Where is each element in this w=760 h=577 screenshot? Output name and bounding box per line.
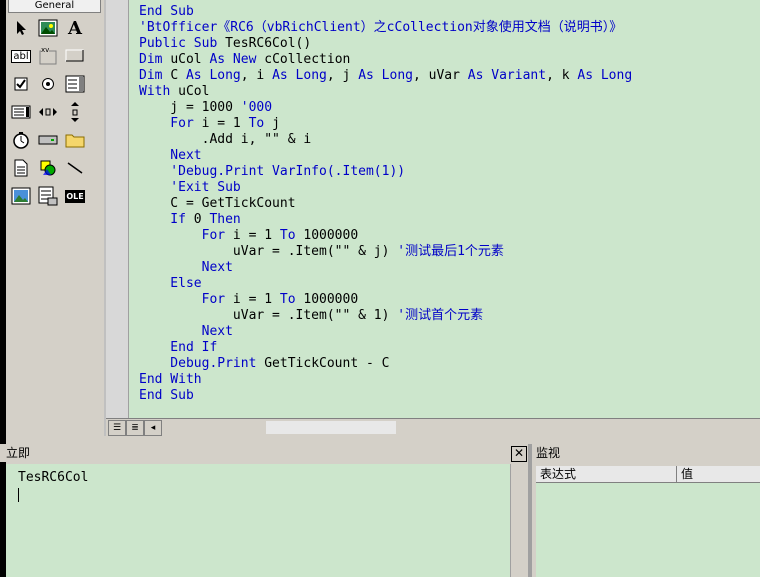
immediate-close-button[interactable]: ✕ — [511, 446, 527, 462]
code-line[interactable]: End Sub — [139, 4, 632, 20]
listbox-icon[interactable] — [10, 102, 32, 122]
watch-header: 表达式 值 — [536, 466, 760, 483]
hscrollbar-icon[interactable] — [37, 102, 59, 122]
immediate-window[interactable]: TesRC6Col — [6, 464, 510, 577]
filelistbox-icon[interactable] — [10, 158, 32, 178]
code-line[interactable]: Dim C As Long, i As Long, j As Long, uVa… — [139, 68, 632, 84]
code-line[interactable]: 'Debug.Print VarInfo(.Item(1)) — [139, 164, 632, 180]
code-line[interactable]: End With — [139, 372, 632, 388]
toolbox-tab-general[interactable]: General — [8, 0, 101, 13]
procedure-view-button[interactable]: ☰ — [108, 420, 126, 436]
code-line[interactable]: For i = 1 To j — [139, 116, 632, 132]
code-line[interactable]: 'Exit Sub — [139, 180, 632, 196]
data-icon[interactable] — [37, 186, 59, 206]
code-line[interactable]: Next — [139, 148, 632, 164]
immediate-vscrollbar[interactable] — [510, 464, 529, 577]
dirlistbox-icon[interactable] — [64, 130, 86, 150]
code-line[interactable]: Else — [139, 276, 632, 292]
code-line[interactable]: Dim uCol As New cCollection — [139, 52, 632, 68]
code-line[interactable]: For i = 1 To 1000000 — [139, 292, 632, 308]
toolbox: General A abl xv OLE — [6, 0, 101, 440]
code-line[interactable]: Next — [139, 324, 632, 340]
scroll-left-button[interactable]: ◂ — [144, 420, 162, 436]
full-module-view-button[interactable]: ≣ — [126, 420, 144, 436]
code-text[interactable]: End Sub 'BtOfficer《RC6（vbRichClient）之cCol… — [139, 4, 632, 404]
immediate-text[interactable]: TesRC6Col — [18, 470, 88, 485]
code-hscrollbar[interactable]: ☰ ≣ ◂ — [106, 418, 760, 436]
shape-icon[interactable] — [37, 158, 59, 178]
code-line[interactable]: Next — [139, 260, 632, 276]
code-line[interactable]: Debug.Print GetTickCount - C — [139, 356, 632, 372]
watch-column-value[interactable]: 值 — [677, 466, 760, 482]
watch-title-bar[interactable]: 监视 — [532, 444, 760, 462]
code-line[interactable]: .Add i, "" & i — [139, 132, 632, 148]
watch-list[interactable] — [536, 483, 760, 577]
text-caret — [18, 488, 19, 502]
image-icon[interactable] — [10, 186, 32, 206]
textbox-icon[interactable]: abl — [10, 46, 32, 66]
code-line[interactable]: End If — [139, 340, 632, 356]
pane-splitter[interactable] — [528, 444, 532, 577]
combobox-icon[interactable] — [64, 74, 86, 94]
code-line[interactable]: j = 1000 '000 — [139, 100, 632, 116]
pointer-icon[interactable] — [10, 18, 32, 38]
code-line[interactable]: uVar = .Item("" & 1) '测试首个元素 — [139, 308, 632, 324]
watch-column-expression[interactable]: 表达式 — [536, 466, 677, 482]
code-line[interactable]: With uCol — [139, 84, 632, 100]
drivelistbox-icon[interactable] — [37, 130, 59, 150]
code-line[interactable]: Public Sub TesRC6Col() — [139, 36, 632, 52]
vscrollbar-icon[interactable] — [64, 102, 86, 122]
optionbutton-icon[interactable] — [37, 74, 59, 94]
code-line[interactable]: uVar = .Item("" & j) '测试最后1个元素 — [139, 244, 632, 260]
scroll-track[interactable] — [266, 421, 396, 434]
frame-icon[interactable]: xv — [37, 46, 59, 66]
ole-icon[interactable]: OLE — [64, 186, 86, 206]
label-icon[interactable]: A — [64, 18, 86, 39]
line-icon[interactable] — [64, 158, 86, 178]
code-margin — [106, 0, 129, 418]
code-area[interactable]: End Sub 'BtOfficer《RC6（vbRichClient）之cCol… — [129, 0, 760, 418]
immediate-title-bar[interactable]: 立即 — [0, 444, 528, 462]
code-line[interactable]: If 0 Then — [139, 212, 632, 228]
checkbox-icon[interactable] — [10, 74, 32, 94]
code-line[interactable]: For i = 1 To 1000000 — [139, 228, 632, 244]
timer-icon[interactable] — [10, 130, 32, 150]
code-line[interactable]: End Sub — [139, 388, 632, 404]
commandbutton-icon[interactable] — [64, 46, 86, 66]
picturebox-icon[interactable] — [37, 18, 59, 38]
code-line[interactable]: 'BtOfficer《RC6（vbRichClient）之cCollection… — [139, 20, 632, 36]
code-line[interactable]: C = GetTickCount — [139, 196, 632, 212]
